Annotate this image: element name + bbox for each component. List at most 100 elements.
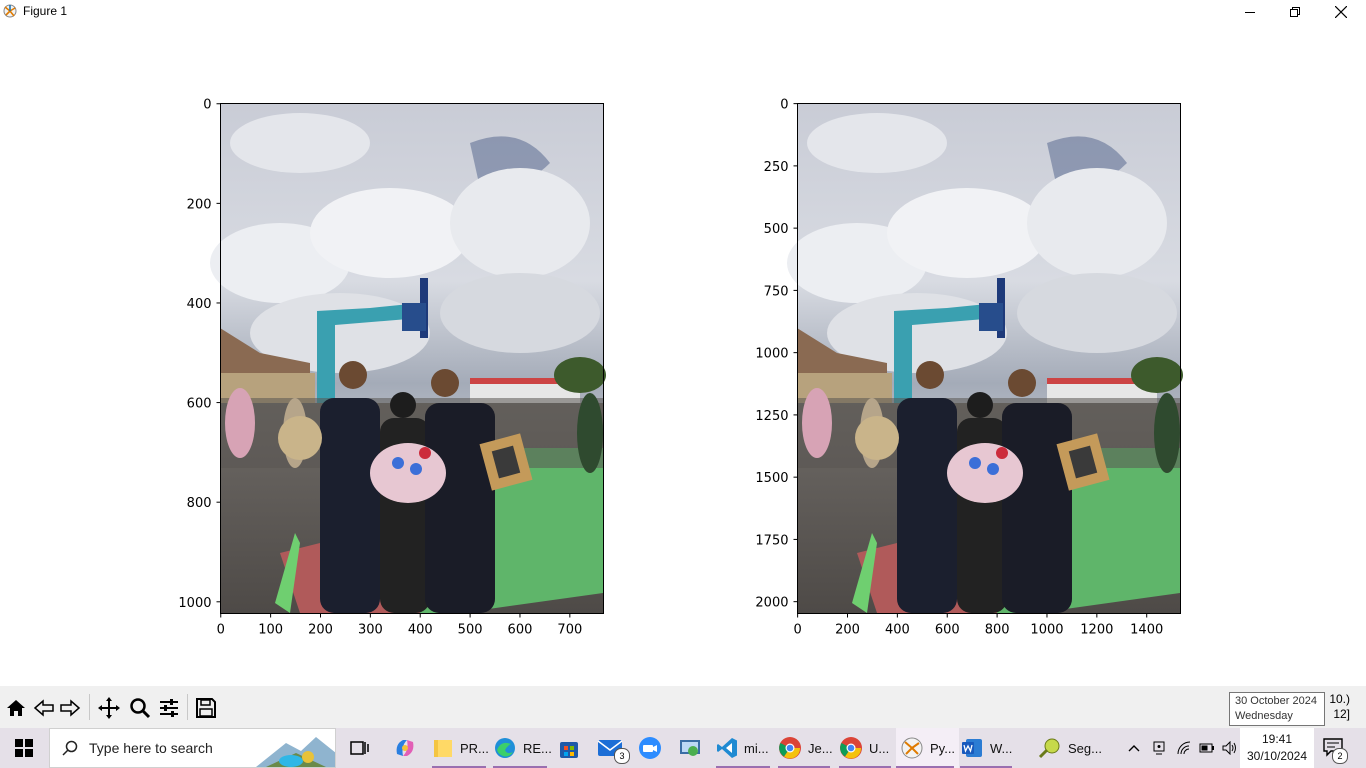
configure-subplots-icon bbox=[160, 699, 178, 717]
x-tick-label: 500 bbox=[458, 623, 483, 638]
toolbar-separator bbox=[89, 694, 90, 720]
show-hidden-icons-button[interactable] bbox=[1124, 728, 1144, 768]
app-icon bbox=[1038, 738, 1060, 759]
left-image-axes: 0 200 400 600 800 1000 0 100 200 300 400 500 600 700 bbox=[178, 98, 606, 638]
zoom-icon bbox=[130, 698, 151, 719]
coords-line-2: 12] bbox=[1333, 707, 1350, 721]
x-tick-label: 800 bbox=[985, 623, 1010, 638]
network-button[interactable] bbox=[1174, 728, 1194, 768]
task-view-button[interactable] bbox=[348, 728, 370, 768]
figure-canvas[interactable]: 0 200 400 600 800 1000 0 100 200 300 400 500 600 700… bbox=[0, 24, 1366, 686]
file-explorer-icon bbox=[434, 740, 452, 757]
taskbar-app-word[interactable]: W... bbox=[960, 728, 1012, 768]
x-tick-label: 700 bbox=[557, 623, 582, 638]
x-tick-label: 400 bbox=[885, 623, 910, 638]
x-tick-label: 1000 bbox=[1030, 623, 1063, 638]
taskbar-app-label: U... bbox=[869, 740, 890, 756]
y-tick-label: 1750 bbox=[755, 533, 788, 548]
save-button[interactable] bbox=[193, 695, 219, 721]
chevron-up-icon bbox=[1128, 745, 1140, 752]
taskbar-app-label: PR... bbox=[460, 740, 489, 756]
tooltip-day: Wednesday bbox=[1235, 710, 1293, 722]
y-tick-label: 250 bbox=[764, 160, 789, 175]
wifi-icon bbox=[1177, 741, 1191, 755]
taskbar-app-store[interactable] bbox=[557, 728, 581, 768]
right-image-axes: 0 250 500 750 1000 1250 1500 1750 2000 0 200 400 60… bbox=[755, 98, 1183, 638]
speaker-icon bbox=[1222, 741, 1236, 755]
home-button[interactable] bbox=[3, 695, 29, 721]
taskbar-app-label: mi... bbox=[744, 740, 769, 756]
search-highlight-art-icon bbox=[256, 737, 335, 767]
right-photo bbox=[787, 103, 1183, 613]
x-tick-label: 1200 bbox=[1080, 623, 1113, 638]
taskbar-clock[interactable]: 19:41 30/10/2024 bbox=[1240, 731, 1314, 765]
windows-logo-icon bbox=[15, 739, 33, 757]
forward-icon bbox=[60, 699, 81, 717]
window-title: Figure 1 bbox=[23, 4, 68, 18]
forward-button[interactable] bbox=[57, 695, 83, 721]
search-placeholder: Type here to search bbox=[89, 740, 213, 756]
meet-now-button[interactable] bbox=[1149, 728, 1169, 768]
taskbar-app-label: Py... bbox=[930, 740, 956, 756]
copilot-button[interactable] bbox=[393, 728, 417, 768]
x-tick-label: 200 bbox=[835, 623, 860, 638]
clock-date: 30/10/2024 bbox=[1246, 749, 1308, 763]
taskbar-app-zoom[interactable] bbox=[638, 728, 662, 768]
x-tick-label: 100 bbox=[258, 623, 283, 638]
y-tick-label: 0 bbox=[203, 98, 211, 113]
taskbar-app-file-explorer[interactable]: PR... bbox=[432, 728, 489, 768]
clock-time: 19:41 bbox=[1261, 732, 1293, 746]
taskbar-app-chrome-1[interactable]: Je... bbox=[778, 728, 833, 768]
word-icon bbox=[962, 739, 982, 757]
taskbar-app-vscode[interactable]: mi... bbox=[716, 728, 770, 768]
back-button[interactable] bbox=[31, 695, 57, 721]
taskbar-app-label: W... bbox=[990, 740, 1013, 756]
taskbar-app-mail[interactable]: 3 bbox=[597, 728, 630, 768]
chrome-icon bbox=[779, 737, 801, 759]
cursor-coordinates: 10.) 12] bbox=[1329, 692, 1350, 722]
battery-icon bbox=[1199, 743, 1214, 753]
start-button[interactable] bbox=[0, 728, 48, 768]
taskbar-app-chrome-2[interactable]: U... bbox=[839, 728, 891, 768]
taskbar-app-control-panel[interactable] bbox=[678, 728, 702, 768]
y-tick-label: 500 bbox=[764, 222, 789, 237]
left-photo bbox=[210, 103, 606, 613]
taskbar-app-python[interactable]: Py... bbox=[896, 728, 960, 768]
back-icon bbox=[33, 699, 54, 717]
control-panel-icon bbox=[680, 740, 700, 756]
volume-button[interactable] bbox=[1220, 728, 1240, 768]
x-tick-label: 200 bbox=[308, 623, 333, 638]
edge-icon bbox=[495, 738, 515, 758]
restore-icon bbox=[1290, 7, 1300, 17]
y-tick-label: 2000 bbox=[755, 596, 788, 611]
close-button[interactable] bbox=[1318, 0, 1364, 24]
search-icon bbox=[62, 740, 78, 756]
close-icon bbox=[1335, 6, 1347, 18]
pan-button[interactable] bbox=[96, 695, 122, 721]
restore-button[interactable] bbox=[1272, 0, 1318, 24]
zoom-button[interactable] bbox=[127, 695, 153, 721]
x-tick-label: 0 bbox=[217, 623, 225, 638]
y-tick-label: 400 bbox=[187, 297, 212, 312]
y-tick-label: 600 bbox=[187, 397, 212, 412]
x-tick-label: 1400 bbox=[1130, 623, 1163, 638]
minimize-icon bbox=[1245, 12, 1255, 13]
notification-center-button[interactable]: 2 bbox=[1322, 736, 1348, 764]
taskbar-app-edge[interactable]: RE... bbox=[493, 728, 552, 768]
vscode-icon bbox=[717, 738, 737, 758]
navigation-toolbar: 10.) 12] bbox=[0, 686, 1366, 728]
taskbar-search-box[interactable]: Type here to search bbox=[49, 728, 336, 768]
y-tick-label: 1000 bbox=[178, 596, 211, 611]
minimize-button[interactable] bbox=[1227, 0, 1273, 24]
battery-button[interactable] bbox=[1197, 728, 1217, 768]
notification-count-badge: 2 bbox=[1332, 748, 1348, 764]
taskbar-app-label: Je... bbox=[808, 740, 833, 756]
configure-subplots-button[interactable] bbox=[156, 695, 182, 721]
coords-line-1: 10.) bbox=[1329, 692, 1350, 706]
taskbar-app-label: Seg... bbox=[1068, 740, 1102, 756]
x-tick-label: 400 bbox=[408, 623, 433, 638]
pan-icon bbox=[98, 697, 120, 719]
chrome-icon bbox=[840, 737, 862, 759]
taskbar-app-other[interactable]: Seg... bbox=[1038, 728, 1102, 768]
x-tick-label: 300 bbox=[358, 623, 383, 638]
